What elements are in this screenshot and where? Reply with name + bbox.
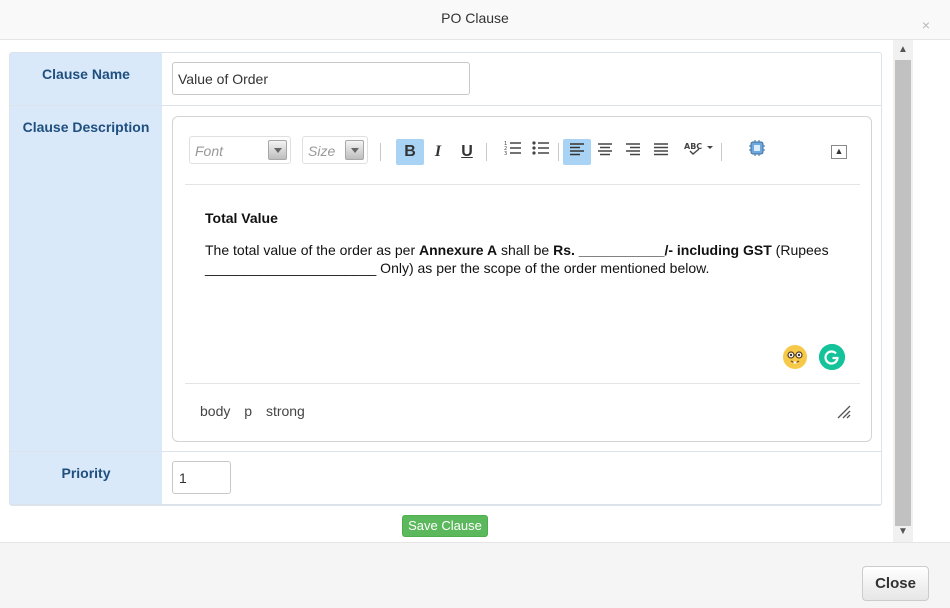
save-clause-button[interactable]: Save Clause <box>402 515 488 537</box>
scroll-down-icon[interactable]: ▼ <box>893 522 913 542</box>
clause-name-row: Clause Name Value of Order <box>10 53 881 106</box>
font-select-label: Font <box>195 143 224 159</box>
content-bold-text: Annexure A <box>419 242 498 258</box>
svg-text:ABC: ABC <box>684 142 702 151</box>
align-right-icon[interactable] <box>619 139 647 165</box>
content-heading: Total Value <box>205 210 278 226</box>
content-text: shall be <box>497 242 554 258</box>
toolbar-separator <box>721 143 722 161</box>
content-text: The total value of the order as per <box>205 242 420 258</box>
chevron-down-icon <box>345 140 364 160</box>
source-icon[interactable] <box>743 139 771 165</box>
content-bold-text: Rs. ___________/- including GST <box>553 242 772 258</box>
align-center-icon[interactable] <box>591 139 619 165</box>
clause-description-label: Clause Description <box>22 119 150 135</box>
element-path: body p strong <box>200 403 315 419</box>
clause-description-row: Clause Description Font Size B I U 1 2 3… <box>10 106 881 452</box>
scrollbar-thumb[interactable] <box>895 60 911 526</box>
toolbar-separator <box>486 143 487 161</box>
align-left-icon[interactable] <box>563 139 591 165</box>
clause-description-label-cell: Clause Description <box>10 106 162 451</box>
priority-row: Priority 1 <box>10 452 881 505</box>
priority-label: Priority <box>61 465 111 481</box>
modal-title: PO Clause <box>441 10 509 26</box>
spellcheck-icon[interactable]: ABC <box>680 139 718 165</box>
clause-form: Clause Name Value of Order Clause Descri… <box>9 52 882 506</box>
rich-text-editor: Font Size B I U 123 ABC ▲ Total Value Th… <box>172 116 872 442</box>
vertical-scrollbar[interactable]: ▲ ▼ <box>893 40 913 542</box>
path-item[interactable]: p <box>244 403 252 419</box>
clause-name-label: Clause Name <box>42 66 130 82</box>
editor-content[interactable]: Total Value The total value of the order… <box>205 210 845 277</box>
svg-text:3: 3 <box>504 151 507 156</box>
editor-toolbar: Font Size B I U 123 ABC ▲ <box>185 133 860 185</box>
scroll-up-icon[interactable]: ▲ <box>893 40 913 60</box>
priority-label-cell: Priority <box>10 452 162 504</box>
grammarly-icon[interactable] <box>819 344 845 370</box>
path-item[interactable]: strong <box>266 403 305 419</box>
emoji-icon[interactable] <box>783 345 807 369</box>
ordered-list-icon[interactable]: 123 <box>499 139 527 165</box>
modal-header: PO Clause × <box>0 0 950 40</box>
underline-button[interactable]: U <box>453 139 481 165</box>
clause-name-label-cell: Clause Name <box>10 53 162 105</box>
collapse-toolbar-icon[interactable]: ▲ <box>831 145 847 159</box>
close-icon[interactable]: × <box>922 18 930 32</box>
modal-footer: Close <box>0 542 950 608</box>
content-paragraph: The total value of the order as per Anne… <box>205 241 845 277</box>
font-select[interactable]: Font <box>189 136 291 164</box>
toolbar-separator <box>380 143 381 161</box>
resize-handle-icon[interactable] <box>837 405 851 419</box>
chevron-down-icon <box>268 140 287 160</box>
priority-input[interactable]: 1 <box>172 461 231 494</box>
align-justify-icon[interactable] <box>647 139 675 165</box>
size-select[interactable]: Size <box>302 136 368 164</box>
po-clause-modal: PO Clause × Clause Name Value of Order C… <box>0 0 950 608</box>
bold-button[interactable]: B <box>396 139 424 165</box>
unordered-list-icon[interactable] <box>527 139 555 165</box>
save-row: Save Clause <box>9 504 882 542</box>
clause-name-input[interactable]: Value of Order <box>172 62 470 95</box>
path-item[interactable]: body <box>200 403 230 419</box>
modal-body: Clause Name Value of Order Clause Descri… <box>0 40 893 542</box>
toolbar-separator <box>558 143 559 161</box>
close-button[interactable]: Close <box>862 566 929 601</box>
editor-footer-divider <box>185 383 860 384</box>
italic-button[interactable]: I <box>424 139 452 165</box>
size-select-label: Size <box>308 143 336 159</box>
